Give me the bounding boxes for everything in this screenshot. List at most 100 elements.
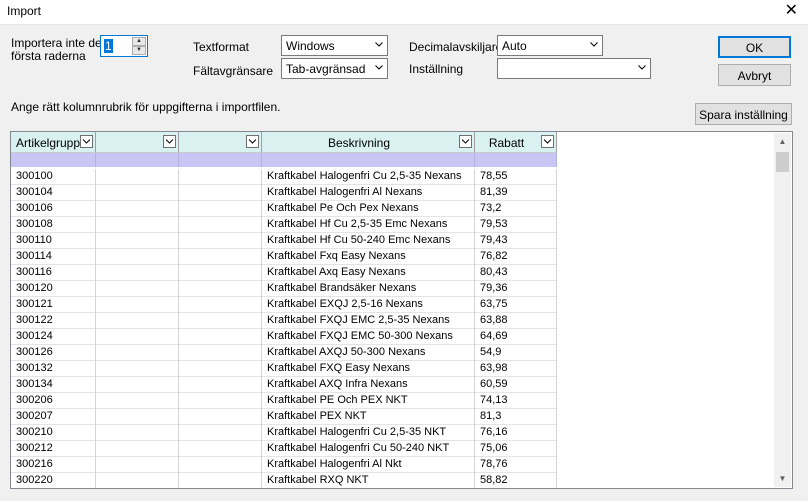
table-cell[interactable] — [179, 457, 262, 473]
table-row[interactable]: 300124 Kraftkabel FXQJ EMC 50-300 Nexans 6… — [11, 329, 557, 345]
table-cell[interactable]: 300206 — [11, 393, 96, 409]
table-cell[interactable] — [179, 473, 262, 488]
table-cell[interactable]: Kraftkabel FXQJ EMC 50-300 Nexans — [262, 329, 475, 345]
table-cell[interactable]: Kraftkabel PEX NKT — [262, 409, 475, 425]
scroll-thumb[interactable] — [776, 152, 789, 172]
table-cell[interactable]: Kraftkabel AXQJ 50-300 Nexans — [262, 345, 475, 361]
table-cell[interactable]: Kraftkabel RXQ NKT — [262, 473, 475, 488]
table-row[interactable]: 300132 Kraftkabel FXQ Easy Nexans 63,98 — [11, 361, 557, 377]
table-cell[interactable] — [96, 393, 179, 409]
field-separator-select[interactable]: Tab-avgränsad — [281, 58, 388, 79]
table-cell[interactable]: 300106 — [11, 201, 96, 217]
table-cell[interactable]: 76,82 — [475, 249, 557, 265]
chevron-down-icon[interactable] — [80, 135, 93, 148]
table-row[interactable]: 300114 Kraftkabel Fxq Easy Nexans 76,82 — [11, 249, 557, 265]
table-cell[interactable] — [179, 425, 262, 441]
spin-down-icon[interactable]: ▼ — [132, 46, 146, 55]
table-cell[interactable] — [179, 329, 262, 345]
ok-button[interactable]: OK — [718, 36, 791, 58]
decimal-separator-select[interactable]: Auto — [497, 35, 603, 56]
table-cell[interactable]: 73,2 — [475, 201, 557, 217]
table-cell[interactable]: 64,69 — [475, 329, 557, 345]
table-row[interactable]: 300126 Kraftkabel AXQJ 50-300 Nexans 54,9 — [11, 345, 557, 361]
table-cell[interactable]: 60,59 — [475, 377, 557, 393]
table-cell[interactable]: 63,88 — [475, 313, 557, 329]
cancel-button[interactable]: Avbryt — [718, 64, 791, 86]
table-row[interactable]: 300216 Kraftkabel Halogenfri Al Nkt 78,76 — [11, 457, 557, 473]
table-row[interactable]: 300121 Kraftkabel EXQJ 2,5-16 Nexans 63,75 — [11, 297, 557, 313]
save-setting-button[interactable]: Spara inställning — [695, 103, 792, 125]
table-cell[interactable]: 300116 — [11, 265, 96, 281]
table-cell[interactable]: 58,82 — [475, 473, 557, 488]
skip-rows-value[interactable]: 1 — [104, 39, 113, 53]
table-cell[interactable]: 75,06 — [475, 441, 557, 457]
close-icon[interactable]: ✕ — [785, 2, 798, 20]
table-cell[interactable]: Kraftkabel Fxq Easy Nexans — [262, 249, 475, 265]
chevron-down-icon[interactable] — [163, 135, 176, 148]
table-row[interactable]: 300116 Kraftkabel Axq Easy Nexans 80,43 — [11, 265, 557, 281]
table-cell[interactable]: Kraftkabel Halogenfri Cu 50-240 NKT — [262, 441, 475, 457]
table-cell[interactable]: Kraftkabel FXQJ EMC 2,5-35 Nexans — [262, 313, 475, 329]
table-cell[interactable]: 63,75 — [475, 297, 557, 313]
table-cell[interactable] — [179, 345, 262, 361]
table-cell[interactable] — [179, 249, 262, 265]
table-cell[interactable] — [179, 441, 262, 457]
table-cell[interactable]: 300124 — [11, 329, 96, 345]
import-preview-grid[interactable]: Artikelgrupp Beskrivning Rabatt 300100 Kr… — [10, 131, 793, 489]
table-cell[interactable] — [96, 345, 179, 361]
table-cell[interactable]: Kraftkabel AXQ Infra Nexans — [262, 377, 475, 393]
table-cell[interactable] — [96, 409, 179, 425]
table-row[interactable]: 300106 Kraftkabel Pe Och Pex Nexans 73,2 — [11, 201, 557, 217]
table-cell[interactable]: 300220 — [11, 473, 96, 488]
table-cell[interactable]: 63,98 — [475, 361, 557, 377]
table-cell[interactable] — [96, 329, 179, 345]
table-cell[interactable] — [179, 409, 262, 425]
table-row[interactable]: 300122 Kraftkabel FXQJ EMC 2,5-35 Nexans 6… — [11, 313, 557, 329]
chevron-down-icon[interactable] — [541, 135, 554, 148]
table-cell[interactable]: 300122 — [11, 313, 96, 329]
spin-up-icon[interactable]: ▲ — [132, 37, 146, 46]
table-cell[interactable] — [96, 441, 179, 457]
table-row[interactable]: 300207 Kraftkabel PEX NKT 81,3 — [11, 409, 557, 425]
table-row[interactable]: 300212 Kraftkabel Halogenfri Cu 50-240 NK… — [11, 441, 557, 457]
table-cell[interactable]: 300110 — [11, 233, 96, 249]
table-row[interactable]: 300120 Kraftkabel Brandsäker Nexans 79,36 — [11, 281, 557, 297]
table-row[interactable]: 300110 Kraftkabel Hf Cu 50-240 Emc Nexans… — [11, 233, 557, 249]
table-cell[interactable]: Kraftkabel FXQ Easy Nexans — [262, 361, 475, 377]
table-cell[interactable]: Kraftkabel PE Och PEX NKT — [262, 393, 475, 409]
table-cell[interactable]: 79,53 — [475, 217, 557, 233]
table-cell[interactable]: 74,13 — [475, 393, 557, 409]
table-cell[interactable]: 79,36 — [475, 281, 557, 297]
column-header[interactable]: Rabatt — [475, 132, 557, 152]
skip-rows-spinner[interactable]: 1 ▲ ▼ — [100, 35, 148, 57]
table-cell[interactable] — [179, 265, 262, 281]
text-format-select[interactable]: Windows — [281, 35, 388, 56]
chevron-down-icon[interactable] — [459, 135, 472, 148]
table-cell[interactable]: 81,3 — [475, 409, 557, 425]
table-cell[interactable]: 80,43 — [475, 265, 557, 281]
table-cell[interactable]: 300120 — [11, 281, 96, 297]
table-cell[interactable]: Kraftkabel Halogenfri Cu 2,5-35 Nexans — [262, 169, 475, 185]
table-cell[interactable] — [179, 201, 262, 217]
column-header[interactable]: Beskrivning — [262, 132, 475, 152]
table-cell[interactable] — [96, 473, 179, 488]
table-cell[interactable] — [179, 377, 262, 393]
setting-select[interactable] — [497, 58, 651, 79]
table-cell[interactable]: 78,76 — [475, 457, 557, 473]
chevron-down-icon[interactable] — [246, 135, 259, 148]
table-cell[interactable] — [179, 169, 262, 185]
column-header[interactable]: Artikelgrupp — [11, 132, 96, 152]
table-row[interactable]: 300108 Kraftkabel Hf Cu 2,5-35 Emc Nexans… — [11, 217, 557, 233]
scroll-down-icon[interactable]: ▼ — [774, 470, 791, 487]
table-cell[interactable] — [96, 201, 179, 217]
table-cell[interactable] — [179, 233, 262, 249]
table-cell[interactable] — [96, 361, 179, 377]
table-cell[interactable] — [96, 281, 179, 297]
table-cell[interactable] — [96, 377, 179, 393]
table-cell[interactable]: 81,39 — [475, 185, 557, 201]
table-cell[interactable]: 300134 — [11, 377, 96, 393]
table-cell[interactable]: 300126 — [11, 345, 96, 361]
table-cell[interactable] — [96, 425, 179, 441]
table-cell[interactable] — [179, 361, 262, 377]
table-cell[interactable] — [96, 297, 179, 313]
